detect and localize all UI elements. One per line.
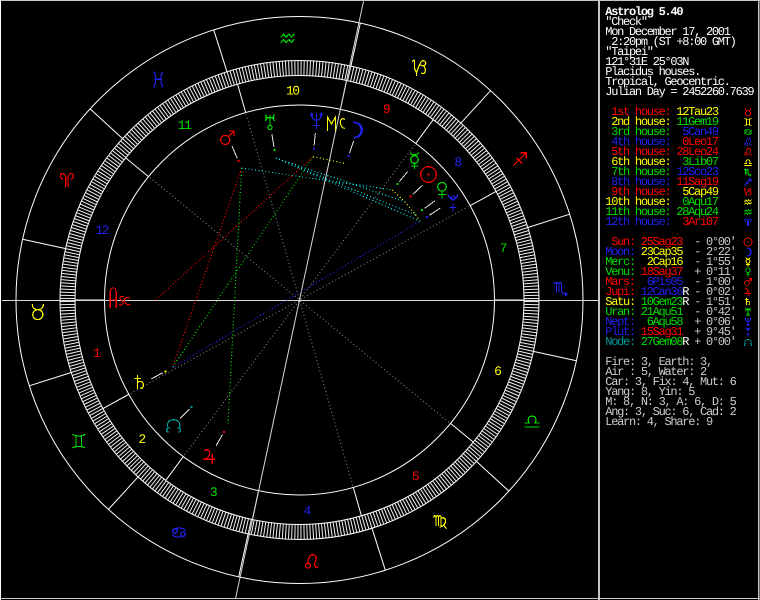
svg-text:7: 7	[500, 241, 507, 256]
svg-text:9: 9	[383, 102, 390, 117]
svg-text:2: 2	[138, 432, 145, 447]
svg-text:Julian Day = 2452260.7639: Julian Day = 2452260.7639	[605, 85, 754, 99]
svg-text:Learn: 4, Share: 9: Learn: 4, Share: 9	[605, 415, 713, 429]
svg-text:+ 0°00': + 0°00'	[688, 335, 735, 349]
svg-text:5: 5	[412, 469, 419, 484]
svg-text:6: 6	[494, 364, 501, 379]
svg-text:3Ari07: 3Ari07	[676, 215, 719, 229]
svg-text:11: 11	[178, 118, 192, 133]
svg-text:Node:: Node:	[605, 335, 635, 349]
svg-text:12th house:: 12th house:	[605, 215, 670, 229]
svg-text:27Gem08: 27Gem08	[641, 335, 684, 349]
svg-text:12: 12	[95, 223, 108, 238]
svg-text:10: 10	[286, 84, 299, 99]
svg-text:8: 8	[454, 155, 461, 170]
svg-text:3: 3	[210, 485, 217, 500]
